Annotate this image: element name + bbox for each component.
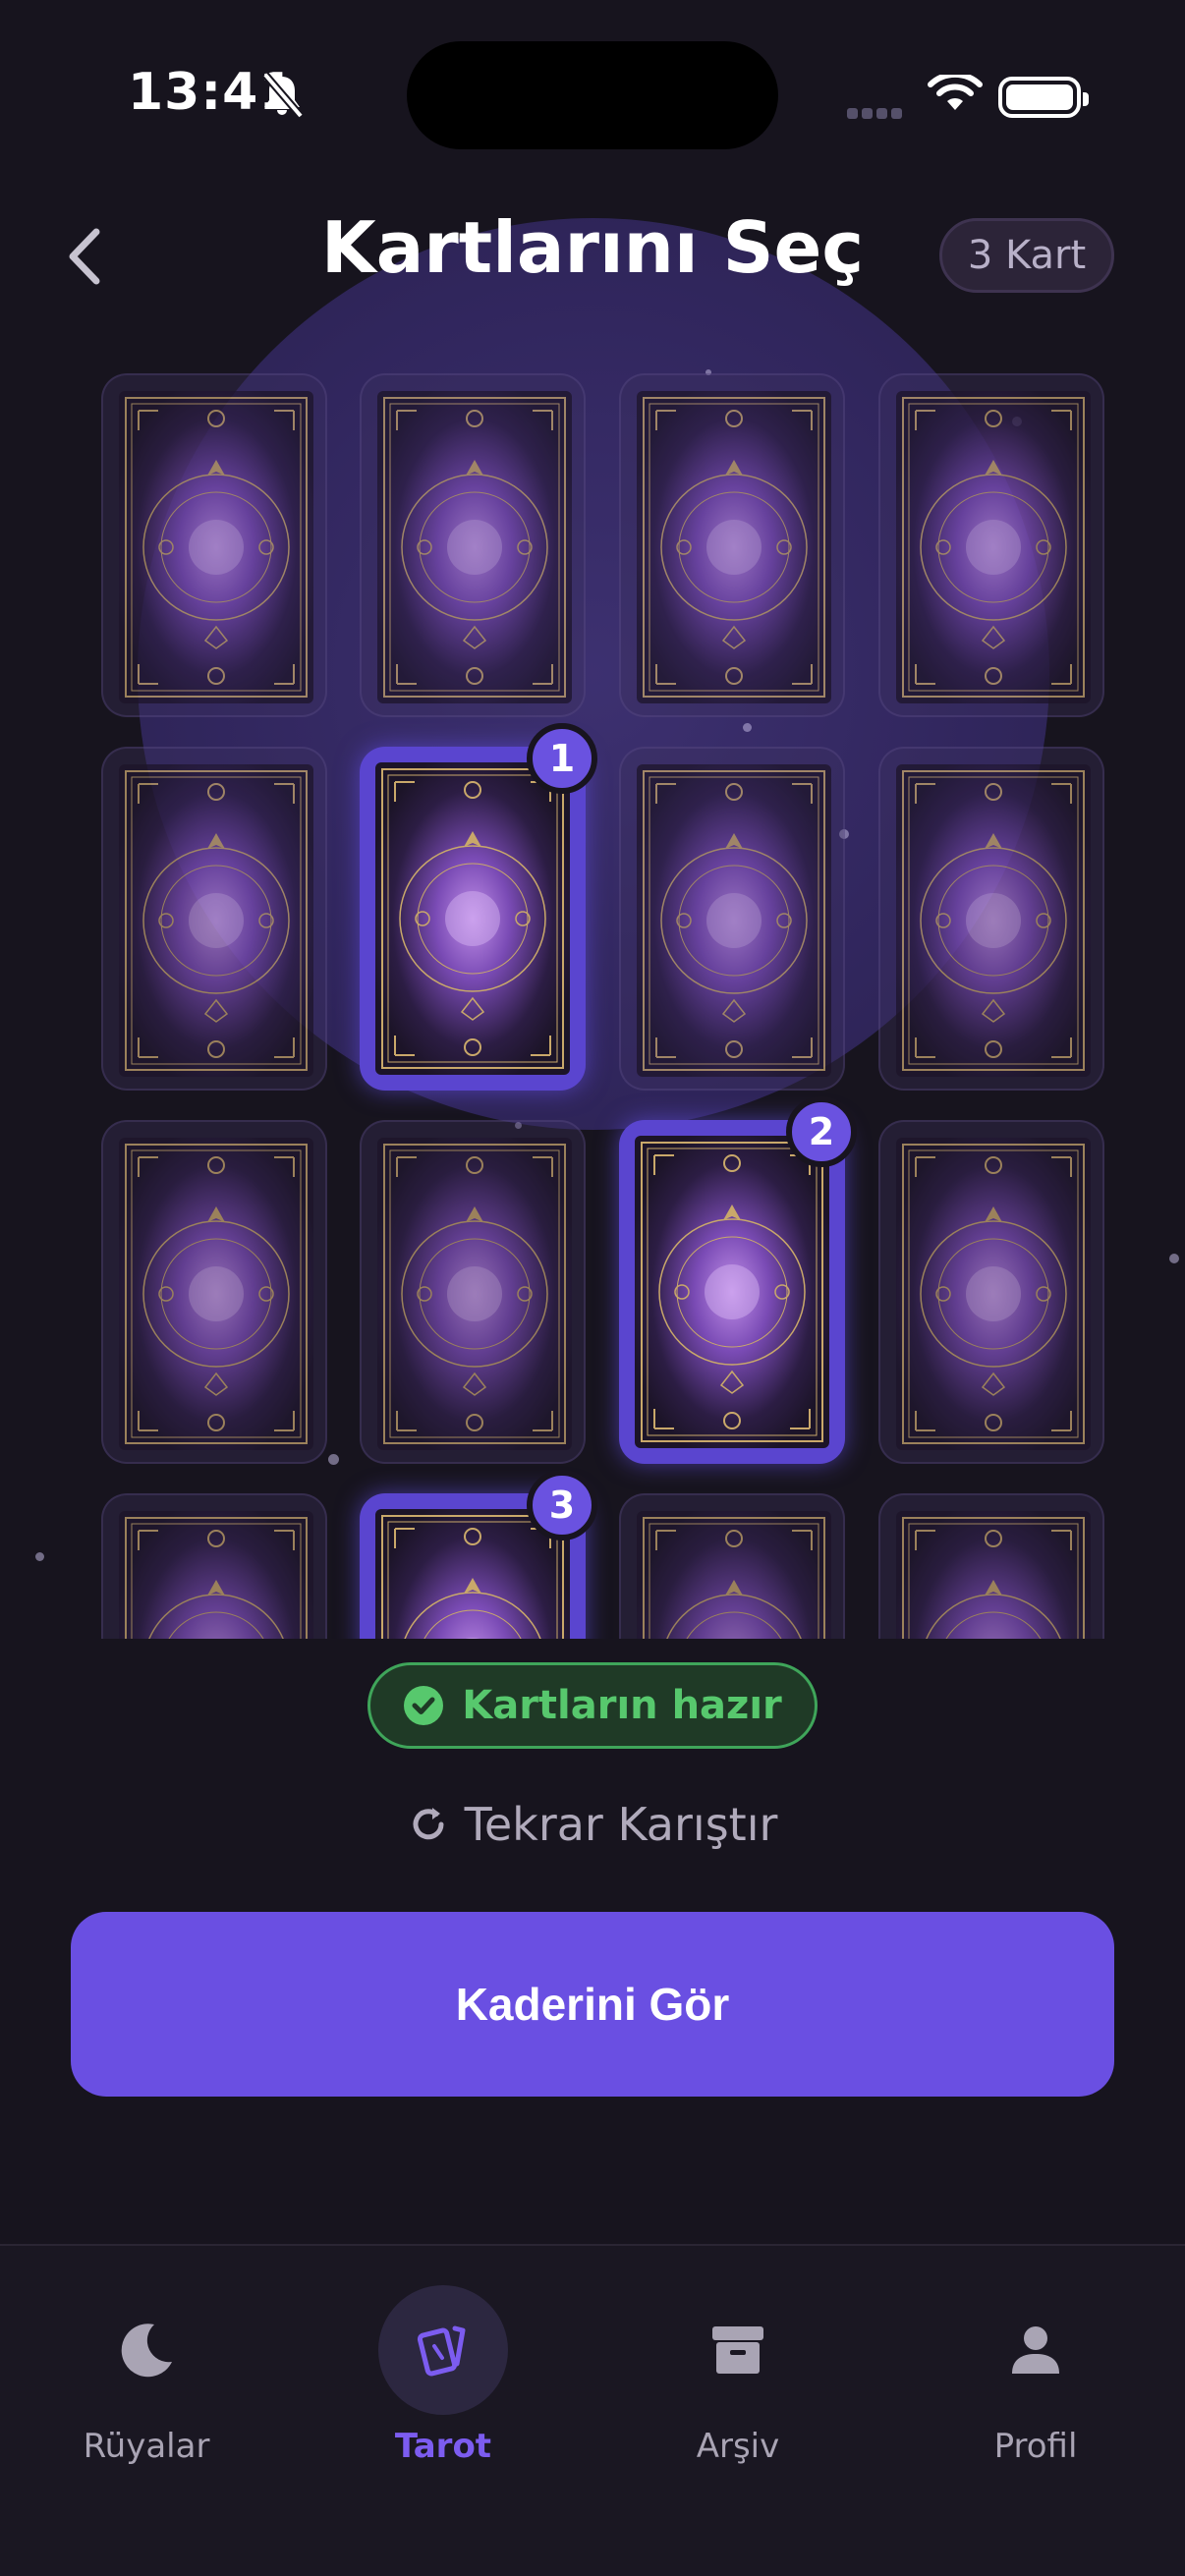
tab-label: Profil — [993, 2427, 1078, 2466]
tarot-card[interactable] — [878, 1120, 1104, 1464]
card-grid: 1 2 3 — [0, 373, 1185, 1639]
bell-muted-icon — [261, 72, 305, 119]
battery-icon — [998, 77, 1089, 118]
tab-label: Tarot — [394, 2427, 492, 2466]
card-back-image — [896, 391, 1091, 703]
card-back-image — [637, 391, 831, 703]
tarot-card[interactable] — [878, 1493, 1104, 1639]
tarot-card[interactable] — [101, 373, 327, 717]
tarot-card[interactable] — [101, 747, 327, 1091]
cards-ready-status: Kartların hazır — [367, 1662, 818, 1749]
tab-arsiv[interactable]: Arşiv — [630, 2285, 846, 2482]
tarot-card[interactable] — [360, 1120, 586, 1464]
reshuffle-button[interactable]: Tekrar Karıştır — [0, 1798, 1185, 1851]
archive-icon — [712, 2326, 763, 2374]
tarot-card-selected[interactable] — [360, 747, 586, 1091]
tarot-card[interactable] — [619, 747, 845, 1091]
card-back-image — [119, 1138, 313, 1450]
tarot-card[interactable] — [101, 1493, 327, 1639]
card-back-image — [375, 762, 570, 1075]
card-back-image — [637, 1511, 831, 1639]
check-circle-icon — [404, 1686, 444, 1725]
cellular-signal-icon — [847, 104, 906, 123]
tab-bar: Rüyalar Tarot Arşiv Profil — [0, 2244, 1185, 2576]
card-back-image — [377, 1138, 572, 1450]
wifi-icon — [928, 75, 983, 110]
tarot-card[interactable] — [360, 373, 586, 717]
cards-ready-label: Kartların hazır — [462, 1683, 782, 1728]
card-back-image — [119, 391, 313, 703]
tarot-card[interactable] — [878, 747, 1104, 1091]
card-count-badge: 3 Kart — [939, 218, 1114, 293]
tarot-card[interactable] — [878, 373, 1104, 717]
card-back-image — [119, 764, 313, 1077]
person-icon — [1012, 2326, 1059, 2374]
status-bar: 13:41 — [0, 0, 1185, 187]
selection-number-badge: 2 — [786, 1096, 857, 1167]
tab-ruyalar[interactable]: Rüyalar — [38, 2285, 254, 2482]
tab-label: Rüyalar — [83, 2427, 210, 2466]
moon-icon — [121, 2324, 172, 2378]
card-back-image — [896, 1138, 1091, 1450]
card-back-image — [896, 1511, 1091, 1639]
card-back-image — [635, 1136, 829, 1448]
tarot-card[interactable] — [619, 1493, 845, 1639]
card-back-image — [119, 1511, 313, 1639]
dynamic-island — [407, 41, 778, 149]
tarot-card-selected[interactable] — [619, 1120, 845, 1464]
tab-tarot[interactable]: Tarot — [335, 2285, 551, 2482]
tarot-card[interactable] — [619, 373, 845, 717]
cards-icon — [417, 2325, 466, 2377]
tarot-card[interactable] — [101, 1120, 327, 1464]
card-back-image — [377, 391, 572, 703]
tab-profil[interactable]: Profil — [928, 2285, 1144, 2482]
reshuffle-label: Tekrar Karıştır — [464, 1798, 778, 1851]
refresh-icon — [413, 1808, 444, 1840]
selection-number-badge: 3 — [527, 1470, 597, 1540]
selection-number-badge: 1 — [527, 723, 597, 794]
card-back-image — [896, 764, 1091, 1077]
tab-label: Arşiv — [696, 2427, 780, 2466]
card-back-image — [637, 764, 831, 1077]
see-destiny-button[interactable]: Kaderini Gör — [71, 1912, 1114, 2097]
